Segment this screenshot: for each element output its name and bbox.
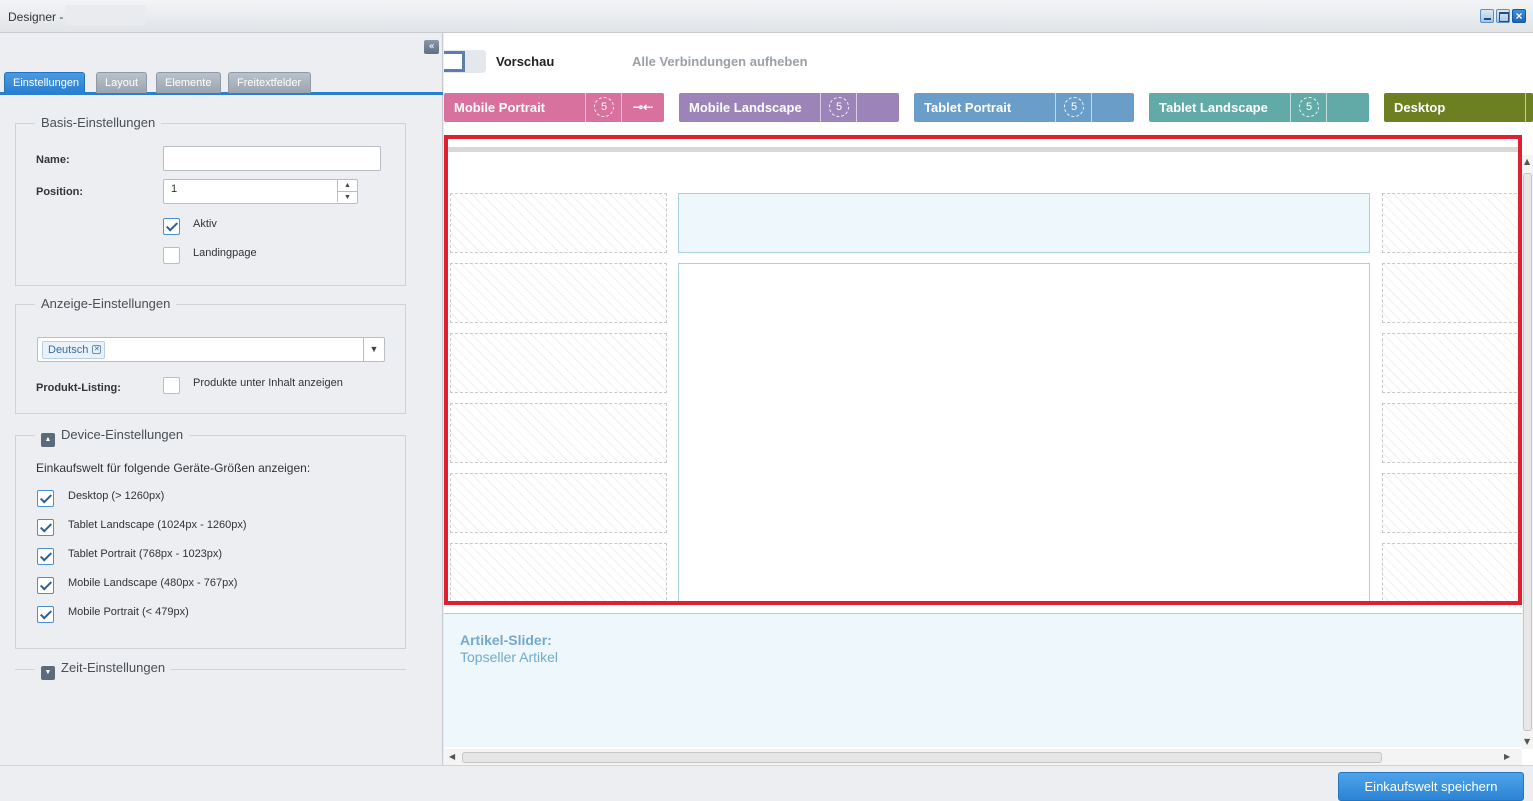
scroll-left-icon[interactable]: ◀ (449, 752, 455, 761)
device-name: Desktop (1394, 100, 1446, 115)
scroll-down-icon[interactable]: ▼ (1524, 737, 1530, 746)
device-tab-tablet-landscape[interactable]: Tablet Landscape 5 (1149, 93, 1369, 122)
tab-einstellungen[interactable]: Einstellungen (4, 72, 85, 93)
window-title: Designer - (8, 10, 64, 24)
double-chevron-left-icon: « (428, 41, 435, 52)
step-down-icon[interactable]: ▼ (337, 191, 357, 202)
unlink-all-link[interactable]: Alle Verbindungen aufheben (632, 54, 808, 69)
desktop-checkbox[interactable] (37, 490, 54, 507)
designer-area: Vorschau Alle Verbindungen aufheben Mobi… (444, 33, 1533, 765)
produkt-listing-checkbox[interactable] (163, 377, 180, 394)
language-select[interactable]: Deutsch ✕ ▼ (37, 337, 385, 362)
basis-legend: Basis-Einstellungen (35, 115, 162, 130)
aktiv-checkbox[interactable] (163, 218, 180, 235)
tablet-landscape-checkbox[interactable] (37, 519, 54, 536)
expand-down-icon: ▼ (41, 666, 55, 680)
scroll-up-icon[interactable]: ▲ (1524, 157, 1530, 166)
device-name: Tablet Portrait (924, 100, 1012, 115)
device-count: 5 (820, 93, 856, 122)
element-subtitle: Topseller Artikel (460, 649, 559, 665)
mobile-landscape-checkbox[interactable] (37, 577, 54, 594)
mobile-portrait-option-label: Mobile Portrait (< 479px) (68, 606, 189, 618)
collapse-up-icon: ▲ (41, 433, 55, 447)
link-slot[interactable] (1091, 93, 1134, 122)
close-icon: × (1515, 9, 1523, 23)
preview-label: Vorschau (496, 54, 555, 69)
device-intro: Einkaufswelt für folgende Geräte-Größen … (36, 461, 311, 475)
produkt-listing-label: Produkt-Listing: (36, 382, 121, 394)
landingpage-checkbox[interactable] (163, 247, 180, 264)
artikel-slider-element[interactable]: Artikel-Slider: Topseller Artikel (444, 613, 1522, 747)
tablet-portrait-option-label: Tablet Portrait (768px - 1023px) (68, 548, 223, 560)
zeit-legend[interactable]: ▼ Zeit-Einstellungen (35, 660, 172, 680)
name-label: Name: (36, 154, 70, 166)
anzeige-legend: Anzeige-Einstellungen (35, 296, 177, 311)
grid-canvas[interactable] (444, 135, 1522, 610)
language-tag-label: Deutsch (48, 344, 89, 356)
device-tab-mobile-portrait[interactable]: Mobile Portrait 5 ⊸⇠ (444, 93, 664, 122)
landingpage-label: Landingpage (193, 247, 257, 259)
device-tab-tablet-portrait[interactable]: Tablet Portrait 5 (914, 93, 1134, 122)
minimize-button[interactable] (1480, 9, 1494, 23)
zeit-settings-group: ▼ Zeit-Einstellungen (15, 660, 406, 680)
device-tab-mobile-landscape[interactable]: Mobile Landscape 5 (679, 93, 899, 122)
device-name: Mobile Landscape (689, 100, 802, 115)
produkt-listing-option: Produkte unter Inhalt anzeigen (193, 377, 343, 389)
device-count: 5 (1290, 93, 1326, 122)
anzeige-settings-group: Anzeige-Einstellungen Deutsch ✕ ▼ Produk… (15, 296, 406, 414)
position-stepper[interactable]: 1 ▲ ▼ (163, 179, 358, 204)
device-count: 5 (1055, 93, 1091, 122)
close-button[interactable]: × (1512, 9, 1526, 23)
position-label: Position: (36, 186, 84, 198)
vertical-scrollbar[interactable]: ▲ ▼ (1522, 155, 1533, 749)
device-legend[interactable]: ▲ Device-Einstellungen (35, 427, 190, 447)
footer-bar: Einkaufswelt speichern (0, 765, 1533, 801)
vertical-scroll-thumb[interactable] (1523, 173, 1532, 731)
mobile-portrait-checkbox[interactable] (37, 606, 54, 623)
link-icon[interactable]: ⊸⇠ (621, 93, 664, 122)
device-count: 5 (585, 93, 621, 122)
position-value: 1 (171, 183, 178, 195)
step-up-icon[interactable]: ▲ (337, 180, 357, 191)
element-title: Artikel-Slider: (460, 632, 552, 648)
remove-tag-icon[interactable]: ✕ (92, 345, 102, 354)
title-redacted (66, 5, 146, 25)
scroll-right-icon[interactable]: ▶ (1504, 752, 1510, 761)
preview-toggle[interactable] (444, 50, 486, 73)
basis-settings-group: Basis-Einstellungen Name: Position: 1 ▲ … (15, 115, 406, 286)
tab-freitextfelder[interactable]: Freitextfelder (228, 72, 311, 93)
link-slot[interactable] (856, 93, 899, 122)
settings-panel: « Einstellungen Layout Elemente Freitext… (0, 33, 443, 765)
selection-highlight (444, 135, 1522, 605)
panel-tabs: Einstellungen Layout Elemente Freitextfe… (0, 70, 443, 95)
link-slot[interactable] (1525, 93, 1533, 122)
maximize-button[interactable] (1496, 9, 1510, 23)
dropdown-arrow-icon[interactable]: ▼ (363, 338, 384, 361)
device-name: Tablet Landscape (1159, 100, 1268, 115)
name-field[interactable] (163, 146, 381, 171)
title-bar: Designer - × (0, 0, 1533, 33)
device-name: Mobile Portrait (454, 100, 546, 115)
tab-elemente[interactable]: Elemente (156, 72, 221, 93)
desktop-option-label: Desktop (> 1260px) (68, 490, 165, 502)
collapse-panel-button[interactable]: « (424, 40, 439, 54)
mobile-landscape-option-label: Mobile Landscape (480px - 767px) (68, 577, 238, 589)
device-legend-text: Device-Einstellungen (61, 427, 184, 442)
device-tab-desktop[interactable]: Desktop (1384, 93, 1533, 122)
toggle-knob (444, 51, 465, 72)
aktiv-label: Aktiv (193, 218, 217, 230)
horizontal-scrollbar[interactable]: ◀ ▶ (444, 749, 1522, 765)
tablet-portrait-checkbox[interactable] (37, 548, 54, 565)
language-tag: Deutsch ✕ (42, 341, 106, 359)
horizontal-scroll-thumb[interactable] (462, 752, 1382, 763)
tab-layout[interactable]: Layout (96, 72, 147, 93)
zeit-legend-text: Zeit-Einstellungen (61, 660, 166, 675)
link-slot[interactable] (1326, 93, 1369, 122)
tablet-landscape-option-label: Tablet Landscape (1024px - 1260px) (68, 519, 247, 531)
device-settings-group: ▲ Device-Einstellungen Einkaufswelt für f… (15, 427, 406, 649)
save-button[interactable]: Einkaufswelt speichern (1338, 772, 1524, 801)
